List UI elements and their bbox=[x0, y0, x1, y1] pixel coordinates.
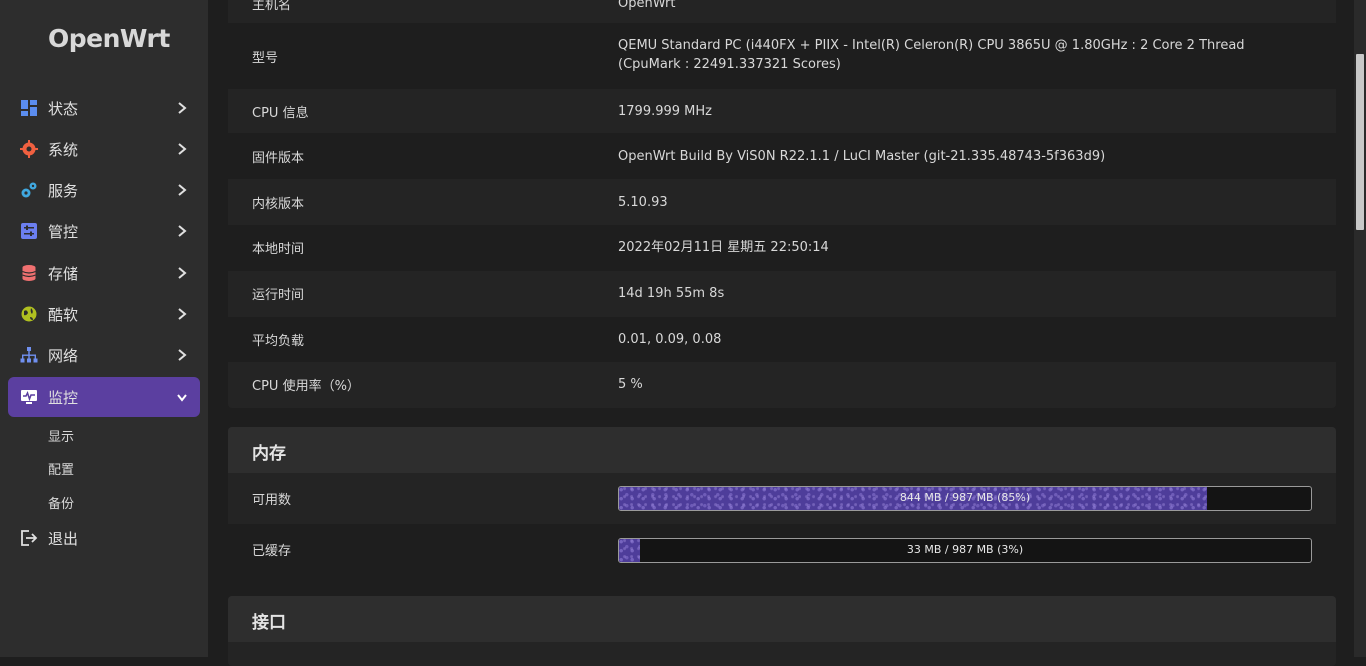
info-row-kernel: 内核版本 5.10.93 bbox=[228, 179, 1336, 225]
database-icon bbox=[22, 265, 36, 281]
info-value: 2022年02月11日 星期五 22:50:14 bbox=[618, 240, 829, 255]
memory-row-available: 可用数 844 MB / 987 MB (85%) bbox=[228, 473, 1336, 524]
network-icon bbox=[20, 347, 38, 363]
info-row-cpu: CPU 信息 1799.999 MHz bbox=[228, 89, 1336, 133]
cogs-icon bbox=[21, 182, 37, 198]
monitor-icon bbox=[21, 390, 37, 404]
logout-icon bbox=[21, 530, 38, 546]
chevron-right-icon bbox=[178, 225, 187, 237]
chevron-right-icon bbox=[178, 349, 187, 361]
card-title: 内存 bbox=[252, 444, 286, 464]
nav-item-control[interactable]: 管控 bbox=[8, 211, 200, 251]
card-header: 内存 bbox=[228, 427, 1336, 473]
chevron-right-icon bbox=[178, 267, 187, 279]
info-row-loadavg: 平均负载 0.01, 0.09, 0.08 bbox=[228, 317, 1336, 362]
nav-label: 退出 bbox=[48, 529, 79, 548]
info-key: 主机名 bbox=[252, 0, 292, 13]
info-key: 型号 bbox=[252, 51, 279, 66]
nav-label: 状态 bbox=[48, 99, 79, 118]
logo[interactable]: OpenWrt bbox=[48, 24, 170, 53]
chevron-down-icon bbox=[177, 394, 187, 402]
info-value: 1799.999 MHz bbox=[618, 104, 712, 119]
progress-bar: 844 MB / 987 MB (85%) bbox=[618, 486, 1312, 511]
info-value: OpenWrt Build By ViS0N R22.1.1 / LuCI Ma… bbox=[618, 149, 1106, 164]
info-key: 平均负载 bbox=[252, 334, 305, 349]
info-value: OpenWrt bbox=[618, 0, 676, 11]
sidebar: OpenWrt 状态 系统 服务 管控 存储 酷软 网络 监控 显示 配置 备份… bbox=[0, 0, 208, 657]
gear-icon bbox=[20, 140, 38, 158]
nav-item-monitor[interactable]: 监控 bbox=[8, 377, 200, 417]
nav-label: 存储 bbox=[48, 264, 79, 283]
logout-button[interactable]: 退出 bbox=[8, 518, 200, 558]
info-row-hostname: 主机名 OpenWrt bbox=[228, 0, 1336, 23]
nav-item-status[interactable]: 状态 bbox=[8, 88, 200, 128]
scrollbar-thumb[interactable] bbox=[1356, 54, 1364, 230]
dashboard-icon bbox=[21, 100, 37, 116]
card-title: 接口 bbox=[252, 613, 286, 633]
nav-item-system[interactable]: 系统 bbox=[8, 129, 200, 169]
nav-item-storage[interactable]: 存储 bbox=[8, 253, 200, 293]
nav-item-software[interactable]: 酷软 bbox=[8, 294, 200, 334]
info-value: 5 % bbox=[618, 377, 643, 392]
nav-item-network[interactable]: 网络 bbox=[8, 335, 200, 375]
memory-key: 已缓存 bbox=[252, 544, 292, 559]
info-row-cpu-usage: CPU 使用率（%） 5 % bbox=[228, 362, 1336, 408]
memory-row-cached: 已缓存 33 MB / 987 MB (3%) bbox=[228, 524, 1336, 576]
sub-item-config[interactable]: 配置 bbox=[48, 459, 74, 478]
nav-label: 系统 bbox=[48, 140, 79, 159]
progress-text: 844 MB / 987 MB (85%) bbox=[899, 491, 1031, 504]
info-key: 本地时间 bbox=[252, 242, 305, 257]
info-value: 5.10.93 bbox=[618, 195, 668, 210]
info-key: CPU 信息 bbox=[252, 106, 309, 121]
info-key: 固件版本 bbox=[252, 151, 305, 166]
chevron-right-icon bbox=[178, 184, 187, 196]
chevron-right-icon bbox=[178, 143, 187, 155]
memory-key: 可用数 bbox=[252, 493, 292, 508]
chevron-right-icon bbox=[178, 102, 187, 114]
nav-item-services[interactable]: 服务 bbox=[8, 170, 200, 210]
info-key: 运行时间 bbox=[252, 288, 305, 303]
progress-text: 33 MB / 987 MB (3%) bbox=[906, 543, 1024, 556]
sliders-icon bbox=[21, 223, 37, 239]
system-info-card: 主机名 OpenWrt 型号 QEMU Standard PC (i440FX … bbox=[228, 0, 1336, 408]
info-value: 14d 19h 55m 8s bbox=[618, 286, 725, 301]
info-row-uptime: 运行时间 14d 19h 55m 8s bbox=[228, 271, 1336, 317]
info-row-firmware: 固件版本 OpenWrt Build By ViS0N R22.1.1 / Lu… bbox=[228, 133, 1336, 179]
memory-card: 内存 可用数 844 MB / 987 MB (85%) 已缓存 33 MB /… bbox=[228, 427, 1336, 576]
interfaces-card: 接口 bbox=[228, 596, 1336, 666]
nav-label: 网络 bbox=[48, 346, 79, 365]
sub-item-backup[interactable]: 备份 bbox=[48, 493, 74, 512]
globe-icon bbox=[21, 306, 37, 322]
info-value: 0.01, 0.09, 0.08 bbox=[618, 332, 722, 347]
nav-label: 服务 bbox=[48, 181, 79, 200]
card-header: 接口 bbox=[228, 596, 1336, 642]
nav-label: 酷软 bbox=[48, 305, 79, 324]
sub-item-display[interactable]: 显示 bbox=[48, 426, 74, 445]
nav-label: 监控 bbox=[48, 388, 79, 407]
info-key: 内核版本 bbox=[252, 197, 305, 212]
progress-bar: 33 MB / 987 MB (3%) bbox=[618, 538, 1312, 563]
info-row-localtime: 本地时间 2022年02月11日 星期五 22:50:14 bbox=[228, 225, 1336, 271]
info-row-model: 型号 QEMU Standard PC (i440FX + PIIX - Int… bbox=[228, 23, 1336, 89]
chevron-right-icon bbox=[178, 308, 187, 320]
info-value: QEMU Standard PC (i440FX + PIIX - Intel(… bbox=[618, 38, 1245, 72]
scrollbar[interactable] bbox=[1354, 0, 1366, 657]
info-key: CPU 使用率（%） bbox=[252, 379, 360, 394]
nav-label: 管控 bbox=[48, 222, 79, 241]
